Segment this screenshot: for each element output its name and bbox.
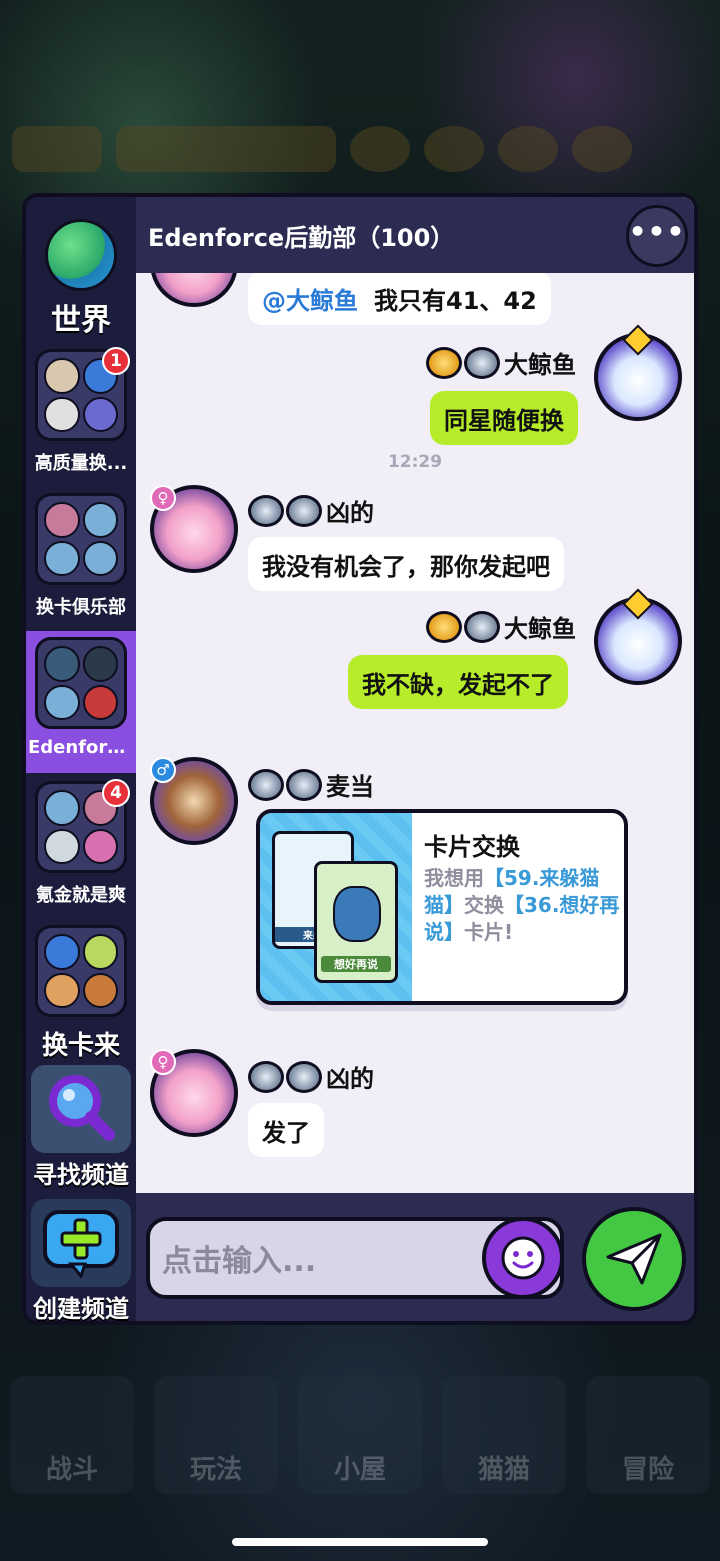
channel-avatar-grid [35,637,127,729]
magnifier-icon [49,1075,115,1141]
channel-item[interactable]: 换卡来 [26,925,136,1062]
send-button[interactable] [582,1207,686,1311]
male-icon: ♂ [150,757,176,783]
channel-item[interactable]: 4 氪金就是爽 [26,779,136,907]
silver-medal-icon [286,494,322,527]
chat-panel: 世界 1 高质量换... 换卡俱乐部 Edenforc... 4 氪金就是爽 换… [22,193,698,1325]
channel-label: 高质量换... [34,453,128,474]
channel-item-active[interactable]: Edenforc... [26,631,136,773]
silver-medal-icon [286,1060,322,1093]
silver-medal-icon [248,768,284,801]
unread-badge: 4 [102,779,130,807]
bg-nav-battle: 战斗 [10,1376,134,1494]
unread-badge: 1 [102,347,130,375]
my-message-bubble[interactable]: 我不缺，发起不了 [348,655,568,709]
channel-avatar-grid [35,925,127,1017]
message-bubble[interactable]: @大鲸鱼 我只有41、42 [248,271,551,325]
message-text: 我只有41、42 [374,286,537,315]
channel-item[interactable]: 1 高质量换... [26,347,136,475]
sender-row: 大鲸鱼 [426,609,576,644]
send-icon [606,1233,662,1285]
globe-icon [45,219,117,291]
sender-row: 麦当 [248,767,374,802]
sender-name: 大鲸鱼 [504,615,576,643]
silver-medal-icon [286,768,322,801]
message-text: 我不缺，发起不了 [362,670,554,699]
chat-header: Edenforce后勤部（100） ••• [136,197,694,273]
sender-name: 凶的 [326,499,374,527]
create-channel-label: 创建频道 [33,1295,129,1323]
chat-area[interactable]: @大鲸鱼 我只有41、42 大鲸鱼 同星随便换 12:29 ♀ 凶的 我没有机会… [136,197,694,1193]
card-front-image: 想好再说 [314,861,398,983]
more-icon: ••• [628,214,686,248]
sender-name: 凶的 [326,1065,374,1093]
female-icon: ♀ [150,485,176,511]
sender-row: 凶的 [248,1059,374,1094]
card-title: 卡片交换 [424,833,520,861]
card-preview: 来躲 想好再说 [260,813,412,1001]
world-channel[interactable]: 世界 [26,219,136,339]
sender-name: 麦当 [326,773,374,801]
bg-nav-cats: 猫猫 [442,1376,566,1494]
card-front-label: 想好再说 [321,956,391,972]
emoji-button[interactable] [482,1217,564,1299]
channel-label: 换卡来 [41,1031,120,1061]
bg-nav-house: 小屋 [298,1376,422,1494]
silver-medal-icon [464,610,500,643]
silver-medal-icon [464,346,500,379]
gold-medal-icon [426,610,462,643]
silver-medal-icon [248,1060,284,1093]
more-button[interactable]: ••• [626,205,688,267]
message-text: 发了 [262,1118,310,1147]
world-label: 世界 [51,303,111,338]
background-resource-bar [12,118,708,180]
sender-name: 大鲸鱼 [504,351,576,379]
channel-item[interactable]: 换卡俱乐部 [26,493,136,619]
channel-avatar-grid [35,493,127,585]
create-channel-button[interactable]: 创建频道 [26,1199,136,1323]
card-description: 我想用【59.来躲猫猫】交换【36.想好再说】卡片! [424,866,620,944]
gold-medal-icon [426,346,462,379]
message-bubble[interactable]: 我没有机会了，那你发起吧 [248,537,564,591]
find-channel-label: 寻找频道 [33,1161,129,1189]
sender-row: 大鲸鱼 [426,345,576,380]
bg-nav-play: 玩法 [154,1376,278,1494]
message-text: 同星随便换 [444,406,564,435]
message-bubble[interactable]: 发了 [248,1103,324,1157]
channel-sidebar: 世界 1 高质量换... 换卡俱乐部 Edenforc... 4 氪金就是爽 换… [26,197,136,1321]
channel-title: Edenforce后勤部（100） [148,223,455,252]
channel-label: 氪金就是爽 [36,885,126,906]
silver-medal-icon [248,494,284,527]
card-trade-message[interactable]: 来躲 想好再说 卡片交换 我想用【59.来躲猫猫】交换【36.想好再说】卡片! [256,809,628,1005]
background-bottom-nav: 战斗 玩法 小屋 猫猫 冒险 [0,1370,720,1500]
channel-label: 换卡俱乐部 [36,597,126,618]
message-text: 我没有机会了，那你发起吧 [262,552,550,581]
my-message-bubble[interactable]: 同星随便换 [430,391,578,445]
female-icon: ♀ [150,1049,176,1075]
smiley-icon [501,1236,545,1280]
home-indicator[interactable] [232,1538,488,1546]
channel-label: Edenforc... [28,737,136,758]
timestamp: 12:29 [387,452,443,472]
find-channel-button[interactable]: 寻找频道 [26,1065,136,1190]
plus-chat-icon [43,1210,119,1278]
sender-row: 凶的 [248,493,374,528]
bg-nav-adventure: 冒险 [586,1376,710,1494]
mention-link[interactable]: @大鲸鱼 [262,281,358,316]
input-bar: 点击输入... [136,1193,694,1321]
